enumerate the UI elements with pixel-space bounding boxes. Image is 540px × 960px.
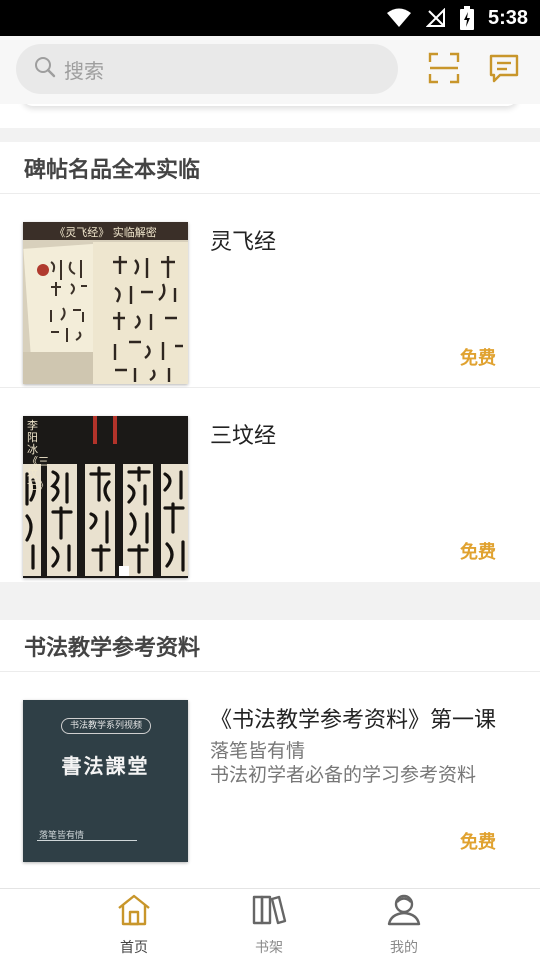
bottom-navigation: 首页 书架 我的 — [0, 888, 540, 960]
search-input[interactable]: 搜索 — [16, 44, 398, 94]
home-icon — [116, 893, 152, 931]
book-item-sanfenjing[interactable]: 李阳冰《三坟记》 三坟经 免费 — [0, 388, 540, 582]
book-title: 三坟经 — [210, 424, 277, 449]
search-header: 搜索 — [0, 36, 540, 104]
message-icon[interactable] — [488, 52, 520, 84]
app-root: 5:38 搜索 碑帖名品全本实临 《灵飞经》 实临解密 灵飞经 免费 李阳冰《三… — [0, 0, 540, 960]
section-calligraphy-models: 碑帖名品全本实临 《灵飞经》 实临解密 灵飞经 免费 李阳冰《三坟记》 三坟经 … — [0, 142, 540, 582]
section-title: 碑帖名品全本实临 — [0, 142, 540, 194]
course-cover: 书法教学系列视频 書法課堂 落笔皆有情 — [23, 700, 188, 862]
nav-tab-home[interactable]: 首页 — [94, 893, 174, 957]
content-scroll[interactable]: 碑帖名品全本实临 《灵飞经》 实临解密 灵飞经 免费 李阳冰《三坟记》 三坟经 … — [0, 104, 540, 888]
nav-label-home: 首页 — [120, 940, 148, 956]
cover-series-label: 书法教学系列视频 — [61, 718, 151, 734]
course-item-lesson-1[interactable]: 书法教学系列视频 書法課堂 落笔皆有情 《书法教学参考资料》第一课 落笔皆有情 … — [0, 672, 540, 888]
cover-header-text: 《灵飞经》 实临解密 — [54, 226, 157, 239]
bookshelf-icon — [251, 893, 287, 931]
nav-label-profile: 我的 — [390, 940, 418, 956]
nav-tab-bookshelf[interactable]: 书架 — [229, 893, 309, 957]
course-subtitle-line-1: 落笔皆有情 — [210, 740, 306, 762]
wifi-icon — [386, 8, 412, 28]
cover-divider — [37, 840, 137, 841]
no-signal-icon — [425, 8, 446, 28]
price-label: 免费 — [460, 832, 496, 853]
book-cover-lingfeijing: 《灵飞经》 实临解密 — [23, 222, 188, 384]
cover-main-title: 書法課堂 — [61, 754, 150, 778]
nav-tab-profile[interactable]: 我的 — [364, 893, 444, 957]
book-item-lingfeijing[interactable]: 《灵飞经》 实临解密 灵飞经 免费 — [0, 194, 540, 388]
status-bar: 5:38 — [0, 0, 540, 36]
price-label: 免费 — [460, 348, 496, 369]
previous-card-strip — [0, 104, 540, 128]
battery-charging-icon — [459, 6, 474, 30]
nav-label-bookshelf: 书架 — [255, 940, 283, 956]
course-title: 《书法教学参考资料》第一课 — [210, 708, 497, 733]
cover-side-text: 李阳冰《三坟记》 — [27, 419, 49, 492]
course-subtitle-line-2: 书法初学者必备的学习参考资料 — [210, 764, 477, 786]
search-icon — [34, 56, 56, 82]
book-title: 灵飞经 — [210, 230, 277, 255]
profile-icon — [386, 893, 422, 931]
previous-card-edge — [22, 104, 518, 106]
section-title: 书法教学参考资料 — [0, 620, 540, 672]
clock: 5:38 — [487, 6, 528, 29]
section-teaching-materials: 书法教学参考资料 书法教学系列视频 書法課堂 落笔皆有情 《书法教学参考资料》第… — [0, 620, 540, 888]
book-cover-sanfenjing: 李阳冰《三坟记》 — [23, 416, 188, 578]
price-label: 免费 — [460, 542, 496, 563]
search-placeholder: 搜索 — [64, 58, 104, 83]
scan-icon[interactable] — [428, 52, 460, 84]
